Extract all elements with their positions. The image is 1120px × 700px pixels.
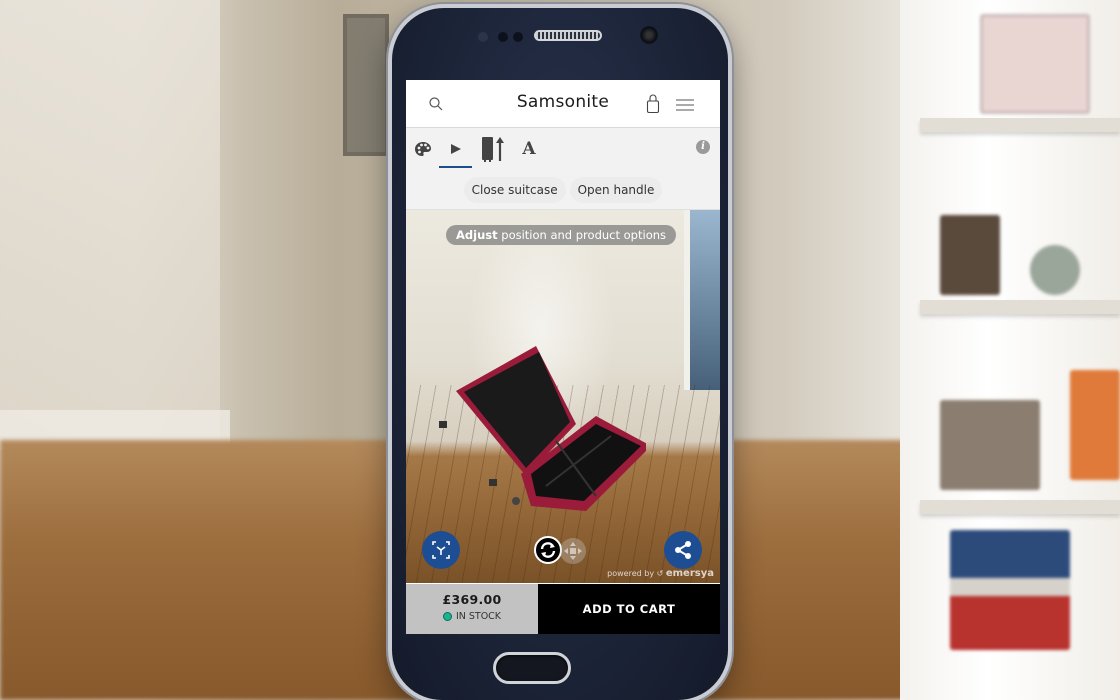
tab-animations[interactable] bbox=[439, 128, 472, 170]
site-header: Samsonite bbox=[406, 80, 720, 128]
emersya-logo-icon: ↺ bbox=[656, 569, 664, 578]
suitcase-3d-model[interactable] bbox=[436, 346, 646, 516]
close-suitcase-button[interactable]: Close suitcase bbox=[463, 176, 566, 203]
move-handle[interactable] bbox=[560, 538, 586, 564]
rotate-button[interactable] bbox=[534, 536, 562, 564]
powered-by-text: powered by bbox=[607, 569, 655, 578]
add-to-cart-button[interactable]: ADD TO CART bbox=[538, 584, 720, 634]
wheel bbox=[489, 479, 497, 486]
shelf-board bbox=[920, 300, 1120, 314]
animation-options: Close suitcase Open handle bbox=[406, 170, 720, 210]
suitcase-handle-icon bbox=[482, 137, 504, 162]
phone-screen: Samsonite A i Close suitcase Open handle… bbox=[406, 80, 720, 634]
hamburger-menu-icon[interactable] bbox=[676, 99, 694, 111]
ar-view-button[interactable] bbox=[422, 531, 460, 569]
stock-status: IN STOCK bbox=[406, 611, 538, 622]
proximity-sensor bbox=[478, 32, 488, 42]
ar-cube-icon bbox=[432, 541, 450, 559]
share-button[interactable] bbox=[664, 531, 702, 569]
background-bookshelf bbox=[900, 0, 1120, 700]
sensor bbox=[498, 32, 508, 42]
share-icon bbox=[675, 541, 691, 559]
shelf-books bbox=[950, 530, 1070, 650]
tab-personalize[interactable]: A bbox=[516, 128, 542, 170]
tab-colors[interactable] bbox=[410, 128, 436, 170]
earpiece-speaker bbox=[534, 30, 602, 41]
open-handle-button[interactable]: Open handle bbox=[569, 176, 663, 203]
rotate-icon bbox=[540, 542, 556, 558]
wheel bbox=[512, 497, 520, 505]
phone-device: Samsonite A i Close suitcase Open handle… bbox=[388, 4, 732, 700]
viewer-hint: Adjust position and product options bbox=[446, 225, 677, 245]
shelf-frame bbox=[980, 14, 1090, 114]
configurator-tabs: A i bbox=[406, 128, 720, 170]
stock-label: IN STOCK bbox=[455, 611, 502, 622]
ar-viewer[interactable]: Adjust position and product options powe… bbox=[406, 210, 720, 583]
powered-by-emersya[interactable]: powered by ↺ emersya bbox=[607, 568, 714, 579]
shelf-items bbox=[1070, 370, 1120, 480]
shelf-items bbox=[940, 400, 1040, 490]
text-personalize-icon: A bbox=[522, 139, 536, 159]
shopping-bag-icon[interactable] bbox=[646, 94, 660, 114]
price-box: £369.00 IN STOCK bbox=[406, 584, 538, 634]
shelf-vase bbox=[1030, 245, 1080, 295]
color-palette-icon bbox=[415, 142, 431, 156]
emersya-brand: emersya bbox=[665, 568, 714, 579]
info-icon[interactable]: i bbox=[696, 140, 710, 154]
move-icon bbox=[564, 542, 582, 560]
sensor bbox=[513, 32, 523, 42]
wheel bbox=[439, 421, 447, 428]
in-stock-indicator-icon bbox=[442, 612, 452, 621]
hint-bold-text: Adjust bbox=[456, 228, 498, 242]
shelf-board bbox=[920, 118, 1120, 132]
background-doorway bbox=[684, 210, 720, 390]
background-picture-frame bbox=[343, 14, 389, 156]
home-button[interactable] bbox=[493, 652, 571, 684]
tab-handle[interactable] bbox=[478, 128, 508, 170]
brand-logo[interactable]: Samsonite bbox=[406, 92, 720, 112]
hint-text: position and product options bbox=[497, 228, 667, 242]
play-animation-icon bbox=[450, 144, 461, 154]
shelf-board bbox=[920, 500, 1120, 514]
buy-bar: £369.00 IN STOCK ADD TO CART bbox=[406, 584, 720, 634]
front-camera bbox=[640, 26, 658, 44]
price: £369.00 bbox=[442, 592, 502, 607]
shelf-photo bbox=[940, 215, 1000, 295]
